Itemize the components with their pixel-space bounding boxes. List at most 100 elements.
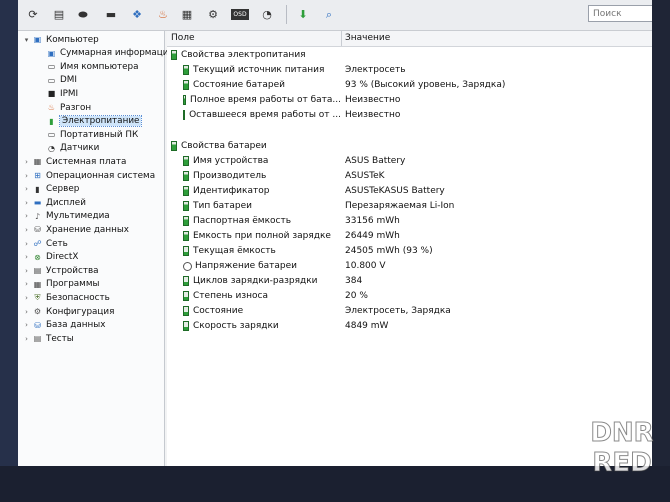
tree-item-summary[interactable]: ▣ Суммарная информация — [36, 47, 174, 60]
table-row[interactable]: Производитель ASUSTeK — [167, 169, 670, 183]
table-row[interactable]: Циклов зарядки-разрядки 384 — [167, 274, 670, 288]
tree-item-computer[interactable]: ▾ ▣ Компьютер — [22, 33, 99, 46]
table-row[interactable]: Состояние Электросеть, Зарядка — [167, 304, 670, 318]
tree-item-power-battery[interactable]: ▮ Электропитание — [36, 115, 143, 128]
table-row[interactable]: Полное время работы от бата... Неизвестно — [167, 93, 670, 107]
table-row[interactable]: Идентификатор ASUSTeKASUS Battery — [167, 184, 670, 198]
tree-item-storage[interactable]: › ⛁ Хранение данных — [22, 223, 129, 236]
tree-item-label: IPMI — [60, 88, 79, 99]
tree-item-label: DMI — [60, 75, 77, 86]
tree-item-dmi[interactable]: ▭ DMI — [36, 74, 77, 87]
tree-item-server[interactable]: › ▮ Сервер — [22, 183, 79, 196]
chevron-right-icon[interactable]: › — [22, 185, 31, 193]
tree-item-ipmi[interactable]: ■ IPMI — [36, 87, 78, 100]
refresh-icon[interactable]: ⟳ — [24, 6, 42, 23]
tree-item-label: Безопасность — [46, 292, 110, 303]
tree-item-computer-name[interactable]: ▭ Имя компьютера — [36, 60, 139, 73]
tree-item-devices[interactable]: › ▤ Устройства — [22, 264, 98, 277]
row-field-text: Идентификатор — [193, 186, 270, 196]
battery-icon — [171, 50, 177, 60]
row-field-text: Циклов зарядки-разрядки — [193, 276, 318, 286]
search-icon[interactable]: ⌕ — [320, 6, 338, 23]
chevron-right-icon[interactable]: › — [22, 253, 31, 261]
chevron-right-icon[interactable]: › — [22, 172, 31, 180]
chevron-right-icon[interactable]: › — [22, 280, 31, 288]
monitor-icon[interactable]: ▬ — [102, 6, 120, 23]
battery-icon — [183, 306, 189, 316]
battery-icon — [183, 110, 186, 120]
row-field-text: Напряжение батареи — [195, 261, 297, 271]
row-field: Имя устройства — [183, 156, 341, 166]
gauge-icon[interactable]: ◔ — [258, 6, 276, 23]
report-icon[interactable]: ▤ — [50, 6, 68, 23]
tree-item-multimedia[interactable]: › ♪ Мультимедиа — [22, 210, 110, 223]
tree-item-motherboard[interactable]: › ▦ Системная плата — [22, 155, 126, 168]
chevron-right-icon[interactable]: › — [22, 267, 31, 275]
table-row[interactable]: Паспортная ёмкость 33156 mWh — [167, 214, 670, 228]
chevron-right-icon[interactable]: › — [22, 335, 31, 343]
tree-item-portable-pc[interactable]: ▭ Портативный ПК — [36, 128, 138, 141]
battery-icon — [183, 156, 189, 166]
group-header-row[interactable]: Свойства электропитания — [167, 48, 670, 62]
tree-item-overclock[interactable]: ♨ Разгон — [36, 101, 91, 114]
osd-icon[interactable]: OSD — [231, 9, 249, 20]
row-field: Ёмкость при полной зарядке — [183, 231, 341, 241]
tree-item-security-shield[interactable]: › ⛨ Безопасность — [22, 291, 110, 304]
tree-item-directx[interactable]: › ⊗ DirectX — [22, 251, 78, 264]
table-row[interactable]: Оставшееся время работы от ... Неизвестно — [167, 108, 670, 122]
tree-item-tests[interactable]: › ▤ Тесты — [22, 332, 74, 345]
flame-icon[interactable]: ♨ — [154, 6, 172, 23]
tree-item-database[interactable]: › ⛁ База данных — [22, 319, 105, 332]
tools-icon[interactable]: ⚙ — [204, 6, 222, 23]
row-value: Неизвестно — [345, 95, 401, 105]
tree-item-configuration[interactable]: › ⚙ Конфигурация — [22, 305, 114, 318]
calculator-icon[interactable]: ▦ — [178, 6, 196, 23]
table-row[interactable]: Степень износа 20 % — [167, 289, 670, 303]
tree-item-label: Компьютер — [46, 34, 99, 45]
tree-item-network[interactable]: › ☍ Сеть — [22, 237, 68, 250]
group-header-row[interactable]: Свойства батареи — [167, 139, 670, 153]
table-row[interactable]: Текущая ёмкость 24505 mWh (93 %) — [167, 244, 670, 258]
chevron-right-icon[interactable]: › — [22, 158, 31, 166]
chevron-right-icon[interactable]: › — [22, 240, 31, 248]
tree-item-programs[interactable]: › ▦ Программы — [22, 278, 99, 291]
chevron-down-icon[interactable]: ▾ — [22, 36, 31, 44]
table-row[interactable]: Тип батареи Перезаряжаемая Li-Ion — [167, 199, 670, 213]
row-field: Состояние батарей — [183, 80, 341, 90]
memory-icon[interactable]: ❖ — [128, 6, 146, 23]
tree-item-display[interactable]: › ▬ Дисплей — [22, 196, 86, 209]
table-row[interactable]: Текущий источник питания Электросеть — [167, 63, 670, 77]
tree-item-sensor[interactable]: ◔ Датчики — [36, 142, 99, 155]
table-row[interactable]: Ёмкость при полной зарядке 26449 mWh — [167, 229, 670, 243]
tree-item-windows[interactable]: › ⊞ Операционная система — [22, 169, 155, 182]
app-window: ⟳ ▤ ⬬ ▬ ❖ ♨ ▦ ⚙ OSD ◔ ⬇ ⌕ ▾▣Компьютер▣Суммарная инф… — [18, 0, 670, 466]
computer-name-icon: ▭ — [47, 62, 56, 72]
table-row[interactable]: Имя устройства ASUS Battery — [167, 154, 670, 168]
column-header-value[interactable]: Значение — [345, 33, 390, 43]
row-field-text: Производитель — [193, 171, 267, 181]
power-battery-icon: ▮ — [49, 116, 54, 126]
row-field: Свойства электропитания — [171, 50, 329, 60]
overclock-icon: ♨ — [47, 103, 56, 112]
column-header-field[interactable]: Поле — [171, 33, 195, 43]
column-divider[interactable] — [341, 31, 342, 46]
update-download-icon[interactable]: ⬇ — [294, 6, 312, 23]
table-row[interactable]: Напряжение батареи 10.800 V — [167, 259, 670, 273]
table-row[interactable]: Скорость зарядки 4849 mW — [167, 319, 670, 333]
network-icon: ☍ — [33, 239, 42, 248]
chevron-right-icon[interactable]: › — [22, 294, 31, 302]
chevron-right-icon[interactable]: › — [22, 321, 31, 329]
battery-icon — [183, 231, 189, 241]
screen-bezel-bottom — [0, 466, 670, 502]
table-row[interactable]: Состояние батарей 93 % (Высокий уровень, … — [167, 78, 670, 92]
chevron-right-icon[interactable]: › — [22, 226, 31, 234]
chevron-right-icon[interactable]: › — [22, 308, 31, 316]
tree-item-label: Программы — [46, 279, 100, 290]
chevron-right-icon[interactable]: › — [22, 199, 31, 207]
motherboard-icon[interactable]: ⬬ — [74, 6, 92, 23]
battery-icon — [183, 291, 189, 301]
row-value: 20 % — [345, 291, 368, 301]
chevron-right-icon[interactable]: › — [22, 212, 31, 220]
database-icon: ⛁ — [34, 320, 41, 330]
row-value: Неизвестно — [345, 110, 401, 120]
